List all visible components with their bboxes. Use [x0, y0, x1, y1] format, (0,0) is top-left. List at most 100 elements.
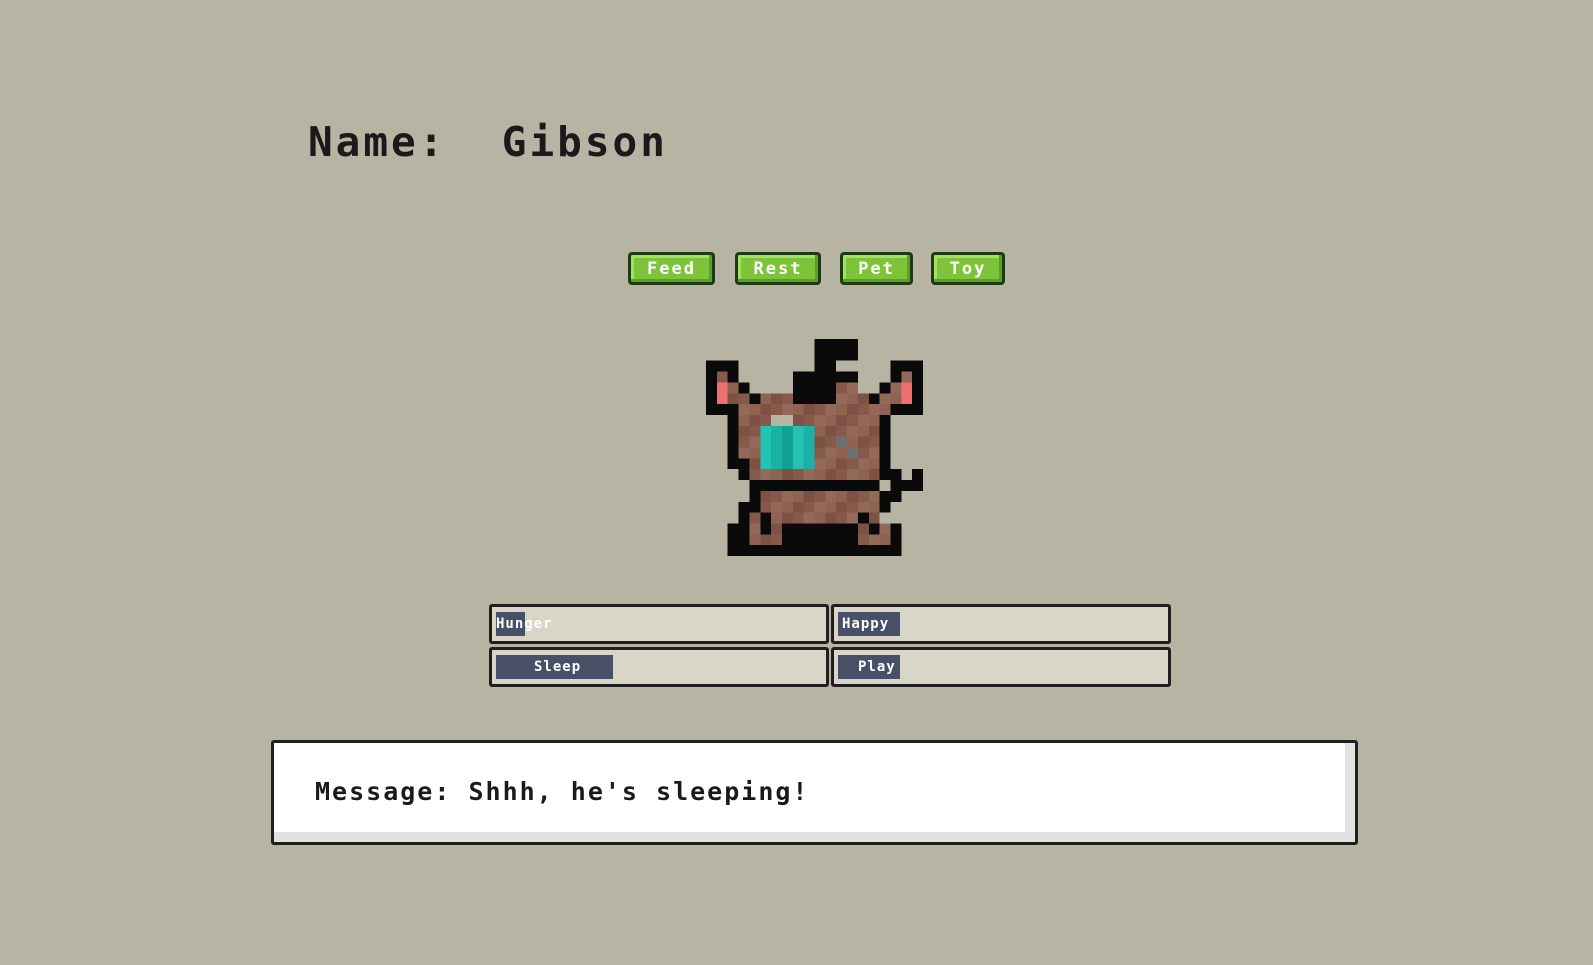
sprite-pixel	[825, 469, 837, 481]
sprite-pixel	[727, 371, 739, 383]
sleep-meter: Sleep	[489, 647, 829, 687]
sprite-pixel	[912, 469, 923, 481]
sprite-pixel	[803, 436, 815, 448]
sprite-pixel	[879, 393, 891, 405]
sprite-pixel	[738, 447, 750, 459]
sprite-pixel	[771, 480, 782, 491]
sprite-pixel	[857, 393, 869, 405]
sprite-pixel	[847, 425, 858, 437]
sprite-pixel	[760, 545, 772, 556]
sprite-pixel	[792, 414, 804, 426]
message-text: Message: Shhh, he's sleeping!	[315, 777, 810, 806]
sprite-pixel	[847, 458, 858, 470]
sprite-pixel	[847, 501, 858, 513]
sprite-pixel	[868, 523, 880, 535]
sprite-pixel	[738, 512, 750, 524]
sprite-pixel	[879, 382, 891, 394]
sprite-pixel	[825, 512, 837, 524]
sprite-pixel	[847, 512, 858, 524]
sprite-pixel	[879, 469, 891, 481]
sprite-pixel	[760, 523, 772, 535]
sprite-pixel	[857, 501, 869, 513]
sprite-pixel	[814, 458, 826, 470]
sprite-pixel	[792, 480, 804, 491]
sprite-pixel	[792, 404, 804, 415]
sprite-pixel	[738, 425, 750, 437]
sprite-pixel	[868, 425, 880, 437]
pet-button[interactable]: Pet	[840, 252, 913, 285]
rest-button[interactable]: Rest	[735, 252, 821, 285]
sprite-pixel	[836, 523, 848, 535]
sprite-pixel	[825, 480, 837, 491]
sprite-pixel	[912, 371, 923, 383]
sprite-pixel	[857, 447, 869, 459]
sprite-pixel	[901, 360, 913, 372]
sprite-pixel	[825, 436, 837, 448]
pet-name: Name: Gibson	[308, 118, 668, 166]
sprite-pixel	[706, 360, 717, 372]
sprite-pixel	[771, 436, 782, 448]
sprite-pixel	[857, 545, 869, 556]
sprite-pixel	[760, 534, 772, 546]
sprite-pixel	[781, 447, 793, 459]
sprite-pixel	[749, 447, 761, 459]
sprite-pixel	[879, 545, 891, 556]
feed-button[interactable]: Feed	[628, 252, 715, 285]
hunger-meter: Hunger	[489, 604, 829, 644]
sprite-pixel	[738, 534, 750, 546]
pet-sprite[interactable]	[706, 339, 923, 556]
sprite-pixel	[825, 360, 837, 372]
sprite-pixel	[781, 458, 793, 470]
sprite-pixel	[814, 414, 826, 426]
sprite-pixel	[847, 349, 858, 361]
sprite-pixel	[760, 404, 772, 415]
sprite-pixel	[749, 469, 761, 481]
sprite-pixel	[814, 480, 826, 491]
sprite-pixel	[760, 425, 772, 437]
sprite-pixel	[879, 414, 891, 426]
sprite-pixel	[825, 534, 837, 546]
sprite-pixel	[825, 545, 837, 556]
sprite-pixel	[792, 458, 804, 470]
sprite-pixel	[836, 371, 848, 383]
sprite-pixel	[781, 404, 793, 415]
sprite-pixel	[749, 414, 761, 426]
sprite-pixel	[890, 545, 902, 556]
sprite-pixel	[836, 404, 848, 415]
sprite-pixel	[890, 523, 902, 535]
sprite-pixel	[890, 404, 902, 415]
sprite-pixel	[912, 382, 923, 394]
sprite-pixel	[879, 447, 891, 459]
sprite-pixel	[760, 501, 772, 513]
sprite-pixel	[890, 480, 902, 491]
sprite-pixel	[760, 490, 772, 502]
sprite-pixel	[738, 404, 750, 415]
sprite-pixel	[825, 458, 837, 470]
sprite-pixel	[716, 382, 728, 394]
sprite-pixel	[814, 393, 826, 405]
sprite-pixel	[760, 447, 772, 459]
sprite-pixel	[857, 490, 869, 502]
sprite-pixel	[803, 534, 815, 546]
sprite-pixel	[706, 382, 717, 394]
sprite-pixel	[836, 349, 848, 361]
sprite-pixel	[857, 534, 869, 546]
sprite-pixel	[781, 512, 793, 524]
sprite-pixel	[879, 458, 891, 470]
sprite-pixel	[792, 512, 804, 524]
sprite-pixel	[847, 404, 858, 415]
sprite-pixel	[803, 458, 815, 470]
sprite-pixel	[836, 447, 848, 459]
toy-button[interactable]: Toy	[931, 252, 1005, 285]
sprite-pixel	[771, 534, 782, 546]
sprite-pixel	[825, 414, 837, 426]
sprite-pixel	[825, 371, 837, 383]
sprite-pixel	[901, 382, 913, 394]
sprite-pixel	[847, 414, 858, 426]
sprite-pixel	[792, 469, 804, 481]
sprite-pixel	[814, 545, 826, 556]
sprite-pixel	[890, 534, 902, 546]
sprite-pixel	[912, 404, 923, 415]
sprite-pixel	[803, 393, 815, 405]
sprite-pixel	[781, 490, 793, 502]
